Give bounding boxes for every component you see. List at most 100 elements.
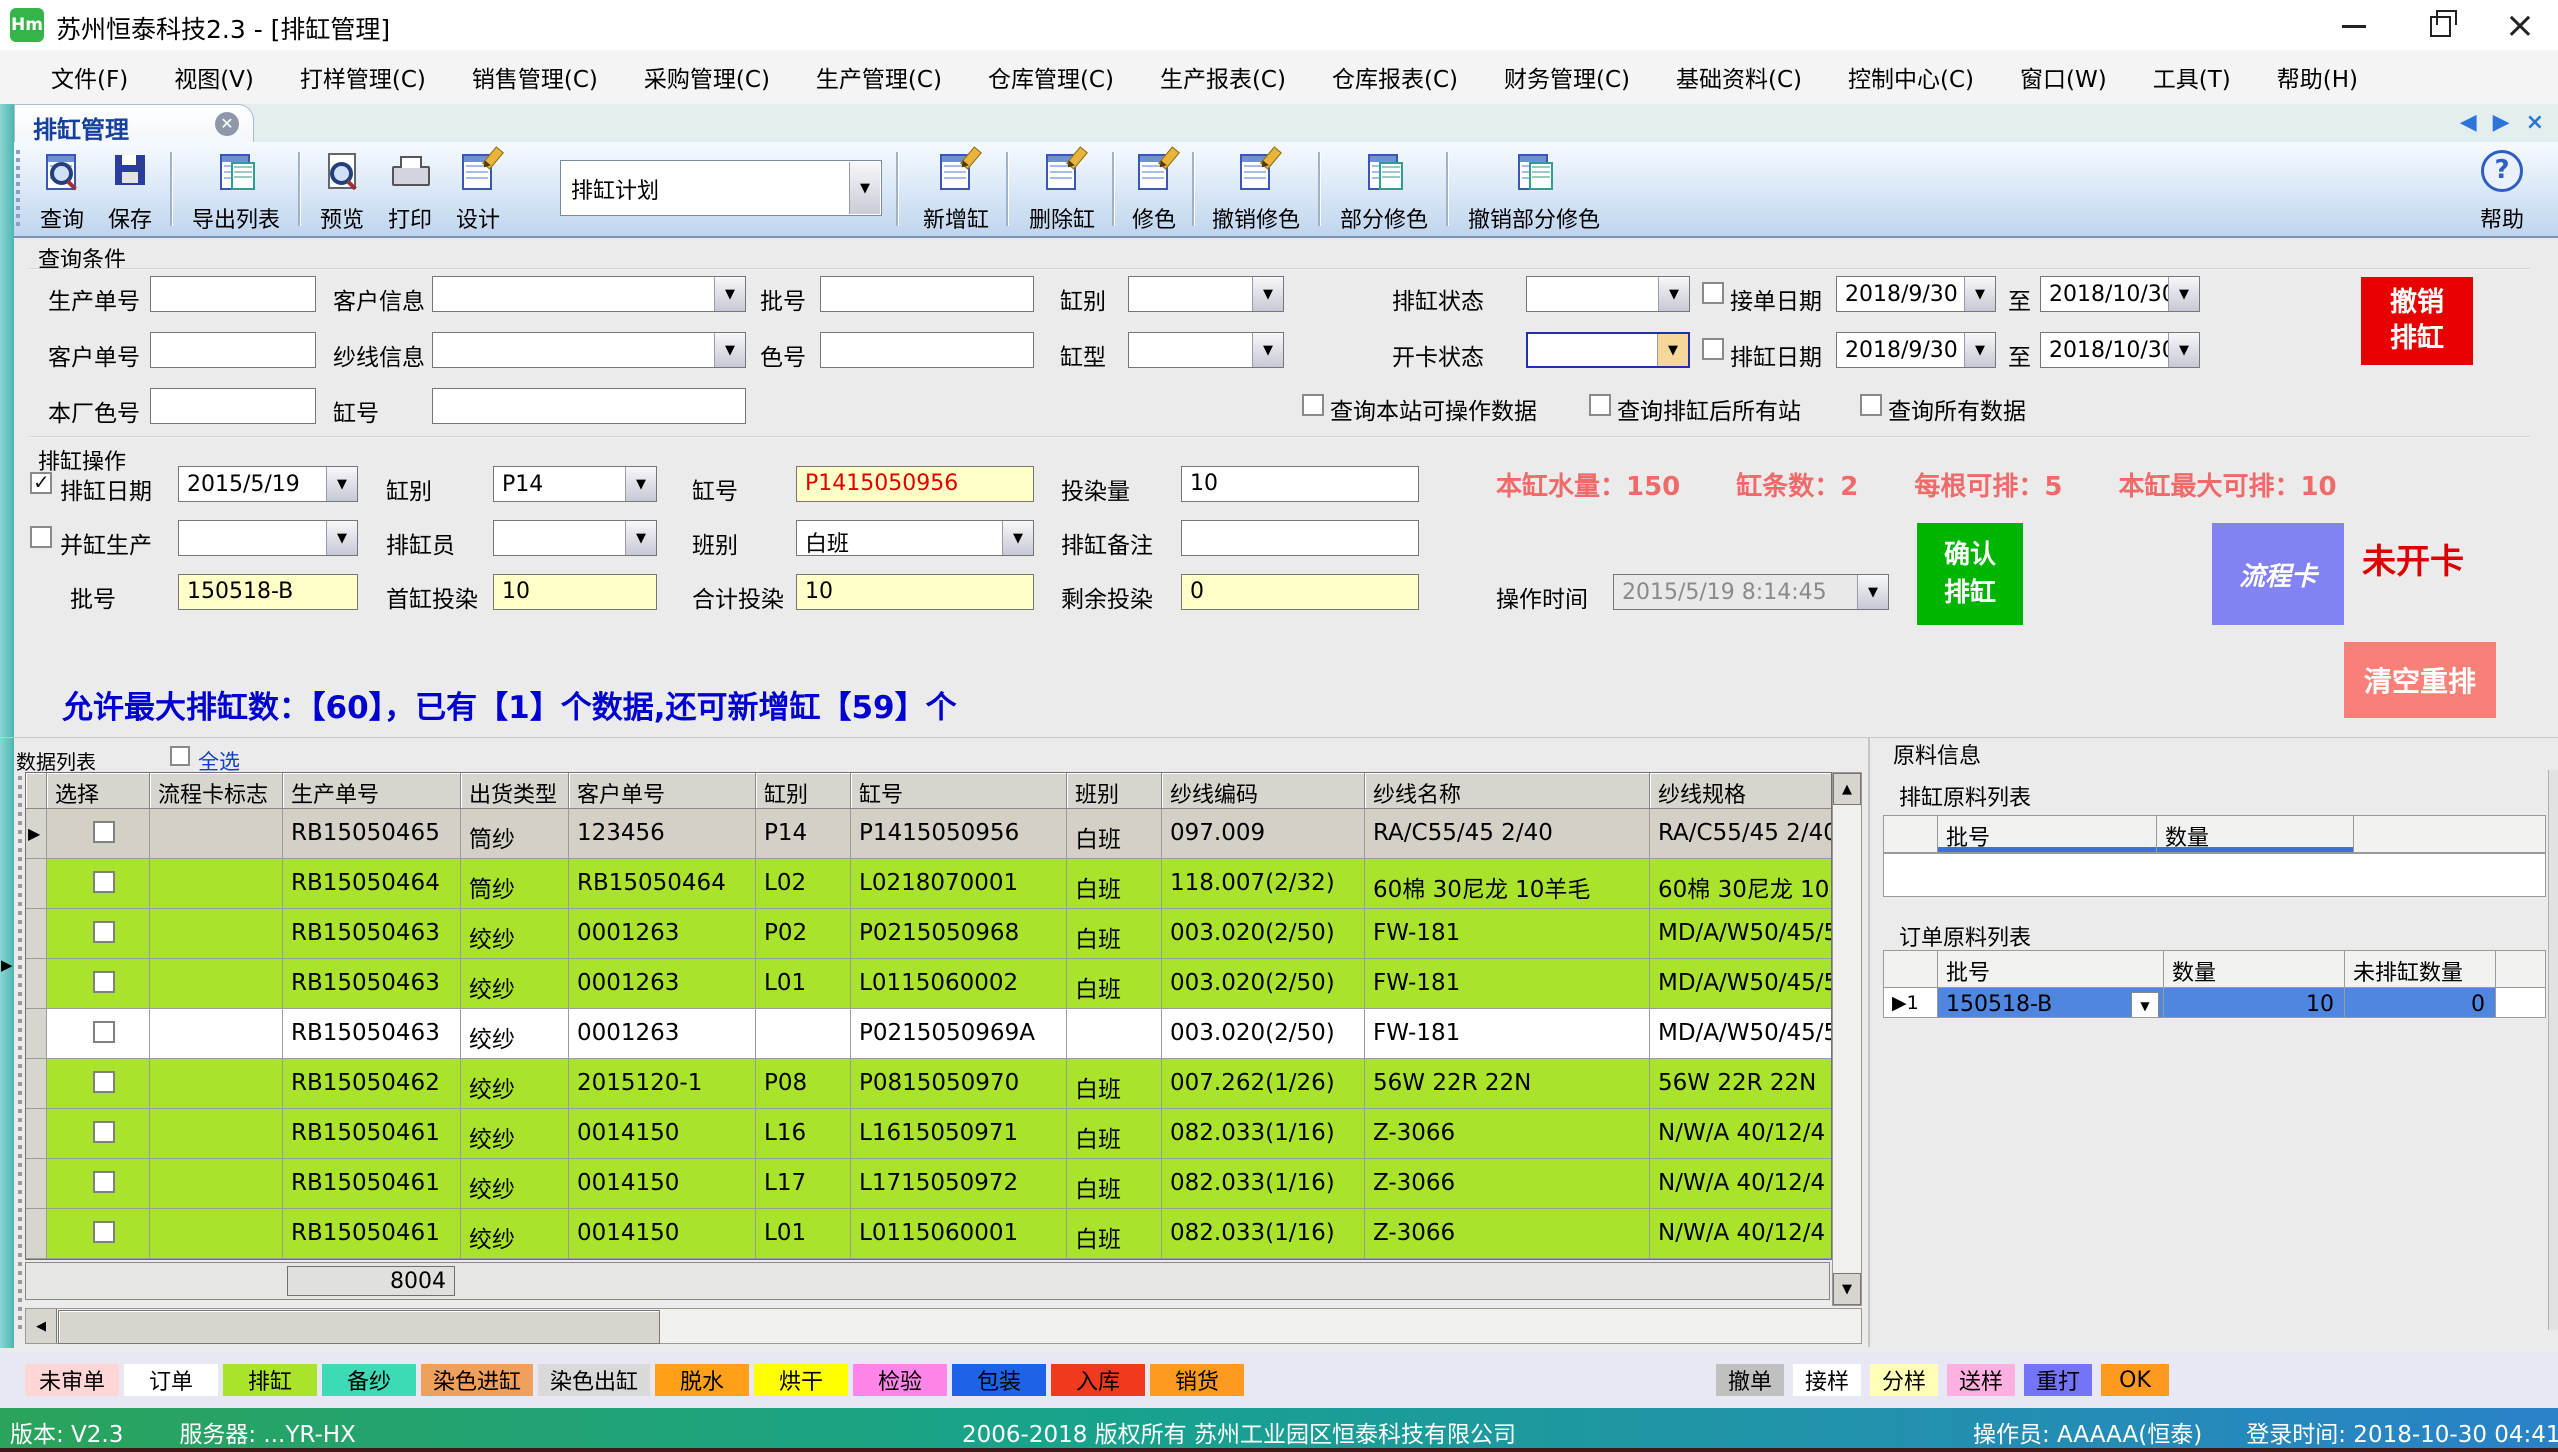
cust-order-cell[interactable]: 0014150 — [569, 1209, 756, 1259]
yarn-name-cell[interactable]: FW-181 — [1365, 959, 1650, 1009]
arrange-date-to-select[interactable]: 2018/10/30▼ — [2040, 332, 2200, 368]
menu-item[interactable]: 生产报表(C) — [1137, 60, 1309, 94]
tank-no-cell[interactable]: L0218070001 — [851, 859, 1067, 909]
toolbar-drag-handle[interactable] — [16, 150, 20, 228]
legend-item[interactable]: 分样 — [1870, 1364, 1938, 1396]
prod-no-cell[interactable]: RB15050462 — [283, 1059, 461, 1109]
tab-arrange-management[interactable]: 排缸管理 ✕ — [14, 104, 254, 143]
design-button[interactable]: 设计 — [446, 148, 510, 236]
flow-card-button[interactable]: 流程卡 — [2212, 523, 2344, 625]
batch-no-input[interactable] — [820, 276, 1034, 312]
legend-item[interactable]: 检验 — [853, 1364, 947, 1396]
cust-order-cell[interactable]: 0014150 — [569, 1159, 756, 1209]
tank-class-select[interactable]: ▼ — [1128, 276, 1284, 312]
add-tank-button[interactable]: 新增缸 — [910, 148, 1002, 236]
row-checkbox[interactable] — [93, 1121, 115, 1143]
tank-class-cell[interactable] — [756, 1009, 851, 1059]
chevron-down-icon[interactable]: ▼ — [1658, 277, 1689, 311]
tank-no-cell[interactable]: L1715050972 — [851, 1159, 1067, 1209]
prev-tab-icon[interactable]: ◀ — [2460, 110, 2477, 135]
color-no-input[interactable] — [820, 332, 1034, 368]
legend-item[interactable]: 染色进缸 — [421, 1364, 533, 1396]
partial-fix-color-button[interactable]: 部分修色 — [1328, 148, 1440, 236]
arrange-date-filter-checkbox[interactable] — [1702, 338, 1724, 360]
chevron-down-icon[interactable]: ▼ — [2168, 333, 2199, 367]
splitter-handle[interactable] — [18, 776, 22, 1332]
prod-no-cell[interactable]: RB15050461 — [283, 1159, 461, 1209]
close-button[interactable]: × — [2488, 8, 2552, 44]
chevron-down-icon[interactable]: ▼ — [714, 277, 745, 311]
chevron-down-icon[interactable]: ▼ — [1964, 333, 1995, 367]
row-selector-cell[interactable] — [26, 1009, 47, 1059]
menu-item[interactable]: 视图(V) — [151, 60, 277, 94]
flowcard-flag-cell[interactable] — [150, 1109, 283, 1159]
tank-class-cell[interactable]: L02 — [756, 859, 851, 909]
grid-row[interactable]: RB15050464 筒纱 RB15050464 L02 L0218070001… — [26, 859, 1831, 909]
chevron-down-icon[interactable]: ▼ — [1252, 333, 1283, 367]
tank-no-cell[interactable]: L0115060001 — [851, 1209, 1067, 1259]
fix-color-button[interactable]: 修色 — [1120, 148, 1188, 236]
ship-type-cell[interactable]: 筒纱 — [461, 809, 569, 859]
menu-item[interactable]: 控制中心(C) — [1825, 60, 1997, 94]
prod-no-cell[interactable]: RB15050464 — [283, 859, 461, 909]
row-selector-cell[interactable] — [26, 1109, 47, 1159]
op-time-select[interactable]: 2015/5/19 8:14:45▼ — [1613, 574, 1889, 610]
cust-order-cell[interactable]: 123456 — [569, 809, 756, 859]
op-tank-class-select[interactable]: P14▼ — [493, 466, 657, 502]
menu-item[interactable]: 财务管理(C) — [1481, 60, 1653, 94]
row-selector-cell[interactable] — [26, 959, 47, 1009]
row-selector-cell[interactable] — [26, 1209, 47, 1259]
yarn-name-cell[interactable]: 56W 22R 22N — [1365, 1059, 1650, 1109]
yarn-spec-cell[interactable]: N/W/A 40/12/4 — [1650, 1209, 1831, 1259]
row-select-cell[interactable] — [47, 859, 150, 909]
shift-cell[interactable]: 白班 — [1067, 1209, 1162, 1259]
prod-no-cell[interactable]: RB15050465 — [283, 809, 461, 859]
tank-no-cell[interactable]: P0215050968 — [851, 909, 1067, 959]
remain-dye-input[interactable]: 0 — [1181, 574, 1419, 610]
close-tab-icon[interactable]: × — [2526, 110, 2544, 135]
prod-no-cell[interactable]: RB15050461 — [283, 1209, 461, 1259]
clear-rearrange-button[interactable]: 清空重排 — [2344, 642, 2496, 718]
row-selector-cell[interactable]: ▶ — [26, 809, 47, 859]
chevron-down-icon[interactable]: ▼ — [1002, 521, 1033, 555]
ship-type-cell[interactable]: 绞纱 — [461, 909, 569, 959]
legend-item[interactable]: 染色出缸 — [538, 1364, 650, 1396]
row-selector-cell[interactable] — [26, 1059, 47, 1109]
row-selector-cell[interactable] — [26, 909, 47, 959]
materials-scrollbar[interactable] — [2548, 770, 2558, 1330]
op-tank-no-input[interactable]: P1415050956 — [796, 466, 1034, 502]
chevron-down-icon[interactable]: ▼ — [625, 521, 656, 555]
chevron-down-icon[interactable]: ▼ — [1857, 575, 1888, 609]
tank-no-cell[interactable]: L0115060002 — [851, 959, 1067, 1009]
tank-no-cell[interactable]: L1615050971 — [851, 1109, 1067, 1159]
order-date-checkbox[interactable] — [1702, 282, 1724, 304]
row-select-cell[interactable] — [47, 909, 150, 959]
order-qty-header[interactable]: 数量 — [2164, 950, 2345, 988]
cust-order-cell[interactable]: 0001263 — [569, 909, 756, 959]
scroll-left-icon[interactable]: ◀ — [26, 1309, 57, 1343]
grid-column-header[interactable]: 纱线规格 — [1650, 773, 1831, 809]
first-dye-input[interactable]: 10 — [493, 574, 657, 610]
row-select-cell[interactable] — [47, 959, 150, 1009]
yarn-spec-cell[interactable]: MD/A/W50/45/5 — [1650, 909, 1831, 959]
shift-select[interactable]: 白班▼ — [796, 520, 1034, 556]
row-selector-cell[interactable] — [26, 859, 47, 909]
yarn-code-cell[interactable]: 007.262(1/26) — [1162, 1059, 1365, 1109]
yarn-spec-cell[interactable]: N/W/A 40/12/4 — [1650, 1159, 1831, 1209]
row-select-cell[interactable] — [47, 1109, 150, 1159]
help-button[interactable]: ? 帮助 — [2466, 148, 2538, 236]
row-select-cell[interactable] — [47, 1159, 150, 1209]
order-date-to-select[interactable]: 2018/10/30▼ — [2040, 276, 2200, 312]
chevron-down-icon[interactable]: ▼ — [849, 162, 880, 214]
tank-class-cell[interactable]: L16 — [756, 1109, 851, 1159]
next-tab-icon[interactable]: ▶ — [2493, 110, 2510, 135]
grid-column-header[interactable]: 纱线名称 — [1365, 773, 1650, 809]
legend-item[interactable]: 送样 — [1947, 1364, 2015, 1396]
ship-type-cell[interactable]: 筒纱 — [461, 859, 569, 909]
chevron-down-icon[interactable]: ▼ — [1252, 277, 1283, 311]
tank-material-empty-row[interactable] — [1883, 853, 2546, 897]
cust-order-cell[interactable]: 0001263 — [569, 959, 756, 1009]
legend-item[interactable]: 包装 — [952, 1364, 1046, 1396]
grid-horizontal-scrollbar[interactable]: ◀ — [25, 1308, 1862, 1344]
ship-type-cell[interactable]: 绞纱 — [461, 1209, 569, 1259]
